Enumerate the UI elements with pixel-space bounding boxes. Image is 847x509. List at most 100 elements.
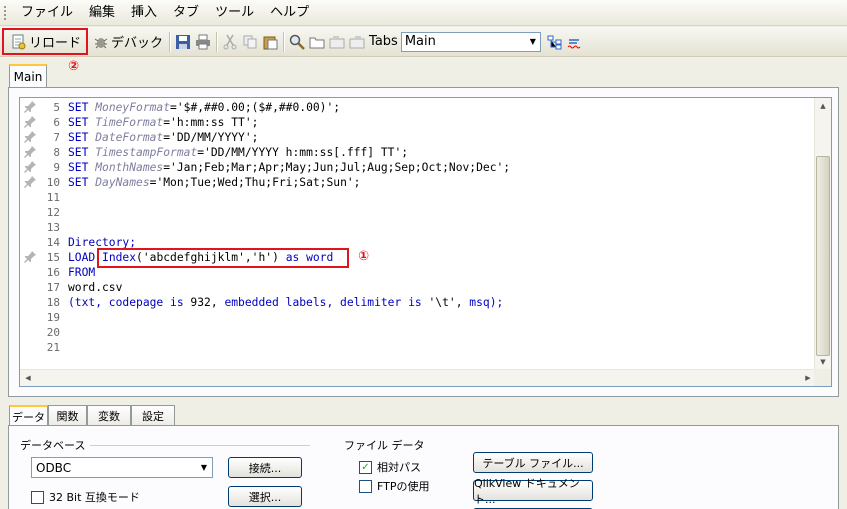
code-line[interactable]: SET DateFormat='DD/MM/YYYY'; xyxy=(68,130,258,145)
table-file-button[interactable]: テーブル ファイル... xyxy=(473,452,593,473)
save-icon[interactable] xyxy=(175,34,191,50)
tab-functions[interactable]: 関数 xyxy=(48,405,87,426)
compat-32bit-checkbox[interactable]: 32 Bit 互換モード xyxy=(31,489,140,505)
code-area[interactable]: SET MoneyFormat='$#,##0.00;($#,##0.00)';… xyxy=(68,98,814,368)
tab-settings[interactable]: 設定 xyxy=(131,405,175,426)
line-number: 6 xyxy=(53,116,60,129)
select-button[interactable]: 選択... xyxy=(228,486,302,507)
group-divider xyxy=(90,444,311,446)
code-line[interactable]: SET MoneyFormat='$#,##0.00;($#,##0.00)'; xyxy=(68,100,340,115)
copy-icon[interactable] xyxy=(242,34,258,50)
menu-tools[interactable]: ツール xyxy=(207,2,262,24)
tab-demote-icon[interactable] xyxy=(349,34,365,50)
script-editor[interactable]: 5 6 7 8 9 10 11 12 13 14 15 16 17 18 19 20 21 SET MoneyF… xyxy=(19,97,832,387)
print-icon[interactable] xyxy=(195,34,211,50)
database-group: データベース xyxy=(20,437,311,453)
file-data-group: ファイル データ xyxy=(344,437,425,453)
syntax-check-icon[interactable] xyxy=(567,34,583,50)
line-number: 12 xyxy=(46,206,60,219)
code-line[interactable]: SET TimeFormat='h:mm:ss TT'; xyxy=(68,115,258,130)
line-number: 16 xyxy=(46,266,60,279)
line-number: 10 xyxy=(46,176,60,189)
search-icon[interactable] xyxy=(289,34,305,50)
scroll-left-icon[interactable]: ◀ xyxy=(20,370,36,386)
menu-tab[interactable]: タブ xyxy=(165,2,207,24)
tab-data[interactable]: データ xyxy=(9,405,48,427)
tab-variables[interactable]: 変数 xyxy=(87,405,131,426)
checkbox-box[interactable] xyxy=(359,479,372,493)
menu-edit[interactable]: 編集 xyxy=(81,2,123,24)
relative-path-checkbox[interactable]: ✓ 相対パス xyxy=(359,459,421,475)
tab-promote-icon[interactable] xyxy=(329,34,345,50)
scroll-down-icon[interactable]: ▼ xyxy=(815,354,831,370)
annotation-marker-2: ② xyxy=(68,59,79,73)
database-select-value: ODBC xyxy=(36,460,72,475)
tabs-label: Tabs xyxy=(369,34,398,49)
menu-insert[interactable]: 挿入 xyxy=(123,2,165,24)
cut-icon[interactable] xyxy=(222,34,238,50)
toolbar-separator xyxy=(283,31,285,52)
code-line[interactable]: SET DayNames='Mon;Tue;Wed;Thu;Fri;Sat;Su… xyxy=(68,175,360,190)
pin-icon xyxy=(24,100,38,114)
data-panel: データベース ODBC ▼ 接続... 32 Bit 互換モード 選択... フ… xyxy=(8,425,839,509)
pin-icon xyxy=(24,175,38,189)
editor-panel: 5 6 7 8 9 10 11 12 13 14 15 16 17 18 19 20 21 SET MoneyF… xyxy=(8,87,839,397)
pin-icon xyxy=(24,160,38,174)
menu-help[interactable]: ヘルプ xyxy=(262,2,317,24)
code-line[interactable]: FROM xyxy=(68,265,95,280)
line-gutter: 5 6 7 8 9 10 11 12 13 14 15 16 17 18 19 20 21 xyxy=(20,98,68,368)
menu-bar: ファイル 編集 挿入 タブ ツール ヘルプ xyxy=(0,0,847,26)
line-number: 15 xyxy=(46,251,60,264)
connect-button[interactable]: 接続... xyxy=(228,457,302,478)
chevron-down-icon[interactable]: ▼ xyxy=(196,463,212,472)
code-line[interactable]: SET MonthNames='Jan;Feb;Mar;Apr;May;Jun;… xyxy=(68,160,510,175)
scroll-up-icon[interactable]: ▲ xyxy=(815,98,831,114)
code-line[interactable]: SET TimestampFormat='DD/MM/YYYY h:mm:ss[… xyxy=(68,145,408,160)
annotation-marker-2-label: ② xyxy=(68,59,80,74)
tab-main[interactable]: Main xyxy=(9,64,47,88)
vertical-scrollbar[interactable]: ▲ ▼ xyxy=(814,98,831,370)
horizontal-scrollbar[interactable]: ◀ ▶ xyxy=(20,369,816,386)
code-line[interactable]: (txt, codepage is 932, embedded labels, … xyxy=(68,295,503,310)
pin-icon xyxy=(24,130,38,144)
line-number: 9 xyxy=(53,161,60,174)
annotation-marker-1-label: ① xyxy=(358,249,370,264)
reload-label: リロード xyxy=(29,36,82,51)
scroll-corner xyxy=(814,369,831,386)
scroll-thumb[interactable] xyxy=(816,156,830,356)
debug-button[interactable]: デバック xyxy=(88,29,166,55)
folder-icon[interactable] xyxy=(309,34,325,50)
menu-file[interactable]: ファイル xyxy=(13,2,81,24)
checkmark-icon[interactable]: ✓ xyxy=(359,460,372,474)
line-number: 20 xyxy=(46,326,60,339)
menu-grip[interactable] xyxy=(4,5,7,20)
toolbar-separator xyxy=(169,31,171,52)
line-number: 7 xyxy=(53,131,60,144)
qlikview-document-button[interactable]: QlikView ドキュメント... xyxy=(473,477,593,506)
paste-icon[interactable] xyxy=(262,34,278,50)
use-ftp-checkbox[interactable]: FTPの使用 xyxy=(359,478,430,494)
toolbar: リロード デバック Tabs Main ▼ xyxy=(0,27,847,57)
line-number: 21 xyxy=(46,341,60,354)
line-number: 8 xyxy=(53,146,60,159)
tab-select[interactable]: Main ▼ xyxy=(400,31,541,52)
script-tree-icon[interactable] xyxy=(547,34,563,50)
code-line[interactable]: word.csv xyxy=(68,280,122,295)
database-select[interactable]: ODBC ▼ xyxy=(31,457,213,478)
compat-32bit-label: 32 Bit 互換モード xyxy=(49,491,140,504)
line-number: 17 xyxy=(46,281,60,294)
reload-button[interactable]: リロード xyxy=(6,29,84,55)
pin-icon xyxy=(24,145,38,159)
use-ftp-label: FTPの使用 xyxy=(377,480,430,493)
chevron-down-icon[interactable]: ▼ xyxy=(526,33,540,51)
checkbox-box[interactable] xyxy=(31,490,44,504)
line-number: 5 xyxy=(53,101,60,114)
pin-icon xyxy=(24,115,38,129)
relative-path-label: 相対パス xyxy=(377,461,421,474)
line-number: 13 xyxy=(46,221,60,234)
file-data-group-label: ファイル データ xyxy=(344,439,425,452)
bug-icon xyxy=(93,34,109,50)
reload-icon xyxy=(11,34,27,50)
debug-label: デバック xyxy=(111,36,164,51)
highlight-box xyxy=(97,248,349,268)
